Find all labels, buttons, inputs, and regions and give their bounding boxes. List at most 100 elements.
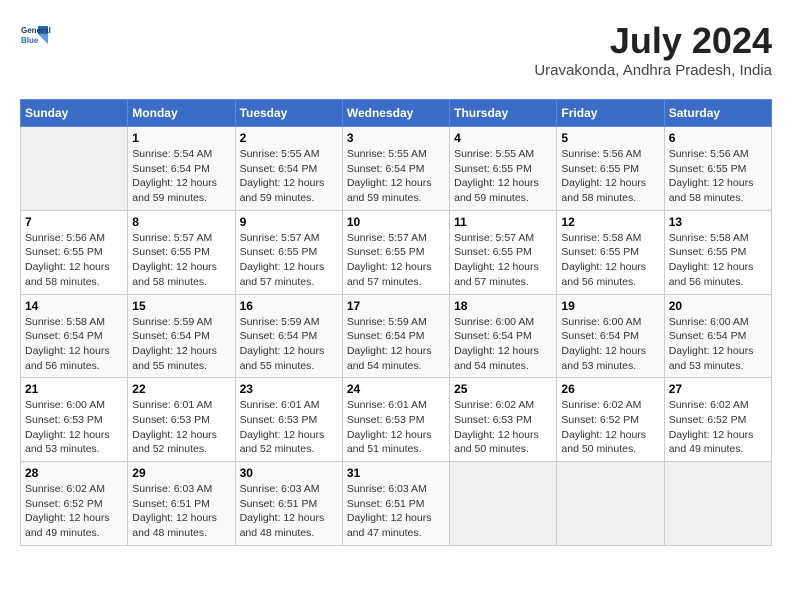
header-thursday: Thursday — [450, 100, 557, 127]
table-row: 9 Sunrise: 5:57 AM Sunset: 6:55 PM Daylig… — [235, 210, 342, 294]
day-info: Sunrise: 5:56 AM Sunset: 6:55 PM Dayligh… — [25, 231, 123, 290]
table-row: 5 Sunrise: 5:56 AM Sunset: 6:55 PM Daylig… — [557, 127, 664, 211]
day-info: Sunrise: 6:00 AM Sunset: 6:54 PM Dayligh… — [454, 315, 552, 374]
day-info: Sunrise: 5:59 AM Sunset: 6:54 PM Dayligh… — [132, 315, 230, 374]
day-number: 14 — [25, 299, 123, 313]
day-info: Sunrise: 6:01 AM Sunset: 6:53 PM Dayligh… — [347, 398, 445, 457]
day-info: Sunrise: 6:00 AM Sunset: 6:53 PM Dayligh… — [25, 398, 123, 457]
day-number: 8 — [132, 215, 230, 229]
day-info: Sunrise: 5:55 AM Sunset: 6:54 PM Dayligh… — [240, 147, 338, 206]
day-info: Sunrise: 6:03 AM Sunset: 6:51 PM Dayligh… — [347, 482, 445, 541]
day-info: Sunrise: 6:01 AM Sunset: 6:53 PM Dayligh… — [132, 398, 230, 457]
table-row: 24 Sunrise: 6:01 AM Sunset: 6:53 PM Dayli… — [342, 378, 449, 462]
table-row: 14 Sunrise: 5:58 AM Sunset: 6:54 PM Dayli… — [21, 294, 128, 378]
day-info: Sunrise: 5:59 AM Sunset: 6:54 PM Dayligh… — [347, 315, 445, 374]
calendar-table: Sunday Monday Tuesday Wednesday Thursday… — [20, 99, 772, 546]
day-info: Sunrise: 5:56 AM Sunset: 6:55 PM Dayligh… — [561, 147, 659, 206]
table-row: 12 Sunrise: 5:58 AM Sunset: 6:55 PM Dayli… — [557, 210, 664, 294]
table-row: 22 Sunrise: 6:01 AM Sunset: 6:53 PM Dayli… — [128, 378, 235, 462]
svg-text:General: General — [21, 26, 51, 35]
svg-text:Blue: Blue — [21, 36, 39, 45]
day-number: 17 — [347, 299, 445, 313]
day-info: Sunrise: 6:00 AM Sunset: 6:54 PM Dayligh… — [561, 315, 659, 374]
table-row: 27 Sunrise: 6:02 AM Sunset: 6:52 PM Dayli… — [664, 378, 771, 462]
day-info: Sunrise: 5:58 AM Sunset: 6:54 PM Dayligh… — [25, 315, 123, 374]
day-info: Sunrise: 6:03 AM Sunset: 6:51 PM Dayligh… — [132, 482, 230, 541]
calendar-week-row: 21 Sunrise: 6:00 AM Sunset: 6:53 PM Dayli… — [21, 378, 772, 462]
table-row: 19 Sunrise: 6:00 AM Sunset: 6:54 PM Dayli… — [557, 294, 664, 378]
day-number: 31 — [347, 466, 445, 480]
calendar-week-row: 28 Sunrise: 6:02 AM Sunset: 6:52 PM Dayli… — [21, 462, 772, 546]
table-row: 29 Sunrise: 6:03 AM Sunset: 6:51 PM Dayli… — [128, 462, 235, 546]
month-year-title: July 2024 — [534, 20, 772, 62]
header-sunday: Sunday — [21, 100, 128, 127]
day-info: Sunrise: 5:58 AM Sunset: 6:55 PM Dayligh… — [669, 231, 767, 290]
table-row: 21 Sunrise: 6:00 AM Sunset: 6:53 PM Dayli… — [21, 378, 128, 462]
day-number: 22 — [132, 382, 230, 396]
table-row: 25 Sunrise: 6:02 AM Sunset: 6:53 PM Dayli… — [450, 378, 557, 462]
day-number: 5 — [561, 131, 659, 145]
table-row: 15 Sunrise: 5:59 AM Sunset: 6:54 PM Dayli… — [128, 294, 235, 378]
day-number: 3 — [347, 131, 445, 145]
table-row: 30Sunrise: 6:03 AM Sunset: 6:51 PM Dayli… — [235, 462, 342, 546]
header-saturday: Saturday — [664, 100, 771, 127]
table-row: 11 Sunrise: 5:57 AM Sunset: 6:55 PM Dayli… — [450, 210, 557, 294]
title-area: July 2024 Uravakonda, Andhra Pradesh, In… — [534, 20, 772, 89]
calendar-week-row: 14 Sunrise: 5:58 AM Sunset: 6:54 PM Dayli… — [21, 294, 772, 378]
location-subtitle: Uravakonda, Andhra Pradesh, India — [534, 62, 772, 79]
logo: General Blue — [20, 20, 56, 52]
day-info: Sunrise: 6:02 AM Sunset: 6:53 PM Dayligh… — [454, 398, 552, 457]
table-row: 2 Sunrise: 5:55 AM Sunset: 6:54 PM Daylig… — [235, 127, 342, 211]
day-info: Sunrise: 5:58 AM Sunset: 6:55 PM Dayligh… — [561, 231, 659, 290]
day-number: 19 — [561, 299, 659, 313]
table-row: 16Sunrise: 5:59 AM Sunset: 6:54 PM Dayli… — [235, 294, 342, 378]
table-row: 3 Sunrise: 5:55 AM Sunset: 6:54 PM Daylig… — [342, 127, 449, 211]
day-number: 27 — [669, 382, 767, 396]
day-number: 11 — [454, 215, 552, 229]
day-info: Sunrise: 5:55 AM Sunset: 6:54 PM Dayligh… — [347, 147, 445, 206]
table-row: 8 Sunrise: 5:57 AM Sunset: 6:55 PM Daylig… — [128, 210, 235, 294]
day-number: 21 — [25, 382, 123, 396]
day-info: Sunrise: 5:57 AM Sunset: 6:55 PM Dayligh… — [454, 231, 552, 290]
day-number: 9 — [240, 215, 338, 229]
header-tuesday: Tuesday — [235, 100, 342, 127]
logo-icon: General Blue — [20, 20, 52, 52]
day-number: 15 — [132, 299, 230, 313]
day-number: 29 — [132, 466, 230, 480]
table-row: 18 Sunrise: 6:00 AM Sunset: 6:54 PM Dayli… — [450, 294, 557, 378]
table-row: 28 Sunrise: 6:02 AM Sunset: 6:52 PM Dayli… — [21, 462, 128, 546]
table-row — [450, 462, 557, 546]
day-number: 4 — [454, 131, 552, 145]
day-number: 25 — [454, 382, 552, 396]
day-info: Sunrise: 6:02 AM Sunset: 6:52 PM Dayligh… — [561, 398, 659, 457]
day-info: Sunrise: 5:57 AM Sunset: 6:55 PM Dayligh… — [240, 231, 338, 290]
table-row: 4 Sunrise: 5:55 AM Sunset: 6:55 PM Daylig… — [450, 127, 557, 211]
table-row: 17 Sunrise: 5:59 AM Sunset: 6:54 PM Dayli… — [342, 294, 449, 378]
day-info: Sunrise: 5:57 AM Sunset: 6:55 PM Dayligh… — [347, 231, 445, 290]
table-row: 13Sunrise: 5:58 AM Sunset: 6:55 PM Dayli… — [664, 210, 771, 294]
day-info: Sunrise: 5:56 AM Sunset: 6:55 PM Dayligh… — [669, 147, 767, 206]
day-info: Sunrise: 5:55 AM Sunset: 6:55 PM Dayligh… — [454, 147, 552, 206]
day-number: 28 — [25, 466, 123, 480]
day-info: Sunrise: 6:01 AM Sunset: 6:53 PM Dayligh… — [240, 398, 338, 457]
table-row — [557, 462, 664, 546]
table-row — [21, 127, 128, 211]
day-number: 23 — [240, 382, 338, 396]
day-number: 24 — [347, 382, 445, 396]
day-info: Sunrise: 6:00 AM Sunset: 6:54 PM Dayligh… — [669, 315, 767, 374]
day-number: 20 — [669, 299, 767, 313]
calendar-week-row: 7Sunrise: 5:56 AM Sunset: 6:55 PM Daylig… — [21, 210, 772, 294]
day-number: 18 — [454, 299, 552, 313]
day-info: Sunrise: 5:54 AM Sunset: 6:54 PM Dayligh… — [132, 147, 230, 206]
day-info: Sunrise: 6:02 AM Sunset: 6:52 PM Dayligh… — [25, 482, 123, 541]
day-info: Sunrise: 5:57 AM Sunset: 6:55 PM Dayligh… — [132, 231, 230, 290]
day-number: 26 — [561, 382, 659, 396]
day-number: 1 — [132, 131, 230, 145]
table-row: 1 Sunrise: 5:54 AM Sunset: 6:54 PM Daylig… — [128, 127, 235, 211]
table-row: 23 Sunrise: 6:01 AM Sunset: 6:53 PM Dayli… — [235, 378, 342, 462]
day-number: 12 — [561, 215, 659, 229]
table-row: 10Sunrise: 5:57 AM Sunset: 6:55 PM Dayli… — [342, 210, 449, 294]
header-wednesday: Wednesday — [342, 100, 449, 127]
day-info: Sunrise: 6:02 AM Sunset: 6:52 PM Dayligh… — [669, 398, 767, 457]
day-number: 2 — [240, 131, 338, 145]
